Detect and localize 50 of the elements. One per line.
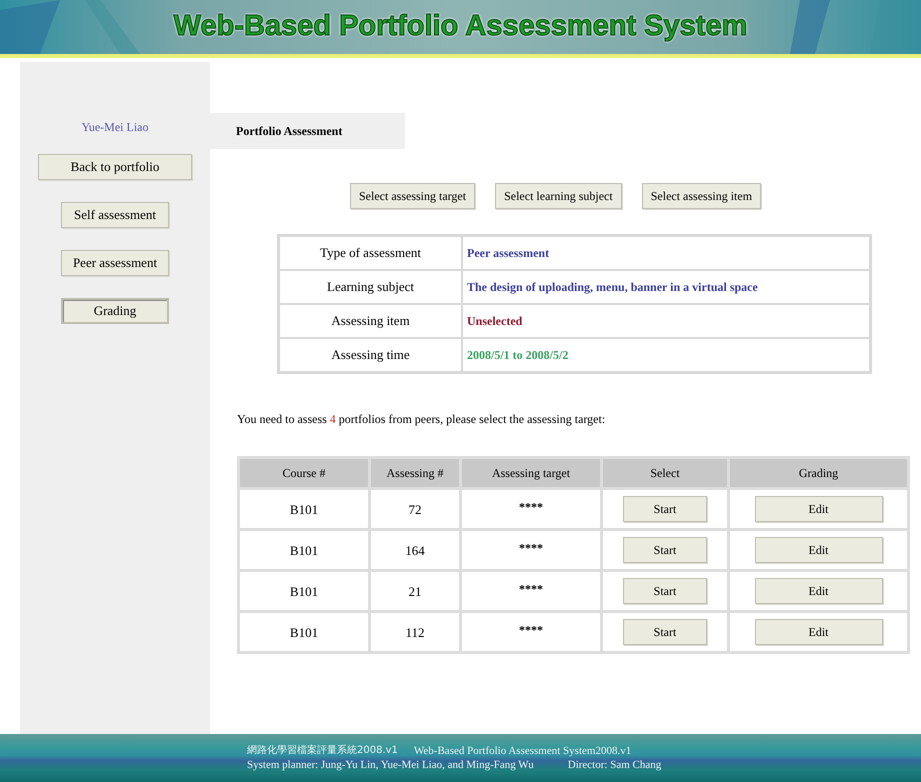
info-label: Type of assessment — [280, 237, 461, 269]
start-button[interactable]: Start — [623, 496, 707, 522]
user-name: Yue-Mei Liao — [82, 119, 148, 136]
table-cell: **** — [462, 531, 600, 569]
column-header: Course # — [240, 459, 368, 487]
banner-decoration-icon — [0, 0, 140, 54]
table-cell: 112 — [371, 613, 459, 651]
edit-button[interactable]: Edit — [754, 578, 882, 604]
banner-decoration-icon — [790, 0, 921, 54]
toolbar-button[interactable]: Select assessing item — [642, 183, 762, 209]
sidebar-button[interactable]: Back to portfolio — [38, 154, 192, 180]
toolbar-button[interactable]: Select learning subject — [495, 183, 622, 209]
info-label: Assessing time — [280, 339, 461, 371]
info-value: Unselected — [463, 305, 869, 337]
banner-title: Web-Based Portfolio Assessment System — [174, 9, 748, 44]
footer-text: Web-Based Portfolio Assessment System2008.v1 — [414, 744, 632, 758]
table-cell: 164 — [371, 531, 459, 569]
table-cell: **** — [462, 613, 600, 651]
table-cell: **** — [462, 572, 600, 610]
footer-text: Director: Sam Chang — [568, 758, 662, 772]
info-label: Assessing item — [280, 305, 461, 337]
table-cell: 72 — [371, 490, 459, 528]
table-cell: B101 — [240, 572, 368, 610]
edit-button[interactable]: Edit — [754, 537, 882, 563]
section-tab[interactable]: Portfolio Assessment — [210, 113, 405, 149]
column-header: Assessing # — [371, 459, 459, 487]
table-cell: B101 — [240, 613, 368, 651]
info-label: Learning subject — [280, 271, 461, 303]
column-header: Assessing target — [462, 459, 600, 487]
info-value: The design of uploading, menu, banner in a virtual space — [463, 271, 869, 303]
table-cell: **** — [462, 490, 600, 528]
table-cell: B101 — [240, 531, 368, 569]
table-cell: B101 — [240, 490, 368, 528]
edit-button[interactable]: Edit — [754, 496, 882, 522]
notice-text: You need to assess 4 portfolios from peers, please select the assessing target: — [237, 411, 606, 428]
sidebar-button[interactable]: Grading — [61, 298, 169, 324]
column-header: Grading — [730, 459, 907, 487]
start-button[interactable]: Start — [623, 537, 707, 563]
edit-button[interactable]: Edit — [754, 619, 882, 645]
toolbar-button[interactable]: Select assessing target — [350, 183, 476, 209]
start-button[interactable]: Start — [623, 619, 707, 645]
footer-text: System planner: Jung-Yu Lin, Yue-Mei Liao, and Ming-Fang Wu — [247, 758, 534, 772]
footer-text: 網路化學習檔案評量系統2008.v1 — [247, 744, 398, 758]
sidebar-button[interactable]: Peer assessment — [61, 250, 169, 276]
start-button[interactable]: Start — [623, 578, 707, 604]
column-header: Select — [603, 459, 727, 487]
info-value: 2008/5/1 to 2008/5/2 — [463, 339, 869, 371]
sidebar-button[interactable]: Self assessment — [61, 202, 169, 228]
table-cell: 21 — [371, 572, 459, 610]
info-value: Peer assessment — [463, 237, 869, 269]
